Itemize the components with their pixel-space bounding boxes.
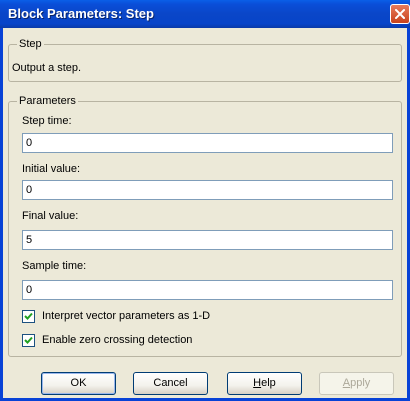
step-group-label: Step <box>17 38 44 51</box>
checkmark-icon <box>24 336 33 344</box>
interpret-vector-checkbox[interactable] <box>22 310 35 323</box>
apply-button: Apply <box>319 372 394 395</box>
cancel-button[interactable]: Cancel <box>133 372 208 395</box>
sample-time-input[interactable] <box>22 280 393 300</box>
help-mnemonic: H <box>253 377 262 389</box>
final-value-input[interactable] <box>22 230 393 250</box>
sample-time-label: Sample time: <box>22 260 87 272</box>
step-time-label: Step time: <box>22 115 72 127</box>
help-label-rest: elp <box>261 377 276 389</box>
initial-value-input[interactable] <box>22 180 393 200</box>
close-icon <box>395 9 405 19</box>
initial-value-label: Initial value: <box>22 163 81 175</box>
ok-button[interactable]: OK <box>41 372 116 395</box>
step-time-input[interactable] <box>22 133 393 153</box>
block-parameters-dialog: Block Parameters: Step Step Output a ste… <box>0 0 410 401</box>
parameters-group: Parameters Step time: Initial value: Fin… <box>8 95 402 357</box>
parameters-group-label: Parameters <box>17 95 78 108</box>
apply-label-rest: pply <box>350 377 371 389</box>
final-value-label: Final value: <box>22 210 79 222</box>
checkmark-icon <box>24 312 33 320</box>
help-button[interactable]: Help <box>227 372 302 395</box>
zero-crossing-label: Enable zero crossing detection <box>42 334 193 346</box>
zero-crossing-checkbox[interactable] <box>22 334 35 347</box>
apply-mnemonic: A <box>342 377 351 389</box>
close-button[interactable] <box>390 4 410 24</box>
title-bar[interactable]: Block Parameters: Step <box>0 0 410 28</box>
interpret-vector-label: Interpret vector parameters as 1-D <box>42 310 211 322</box>
step-description: Output a step. <box>12 62 82 74</box>
step-group: Step Output a step. <box>8 38 402 82</box>
window-title: Block Parameters: Step <box>8 6 154 21</box>
